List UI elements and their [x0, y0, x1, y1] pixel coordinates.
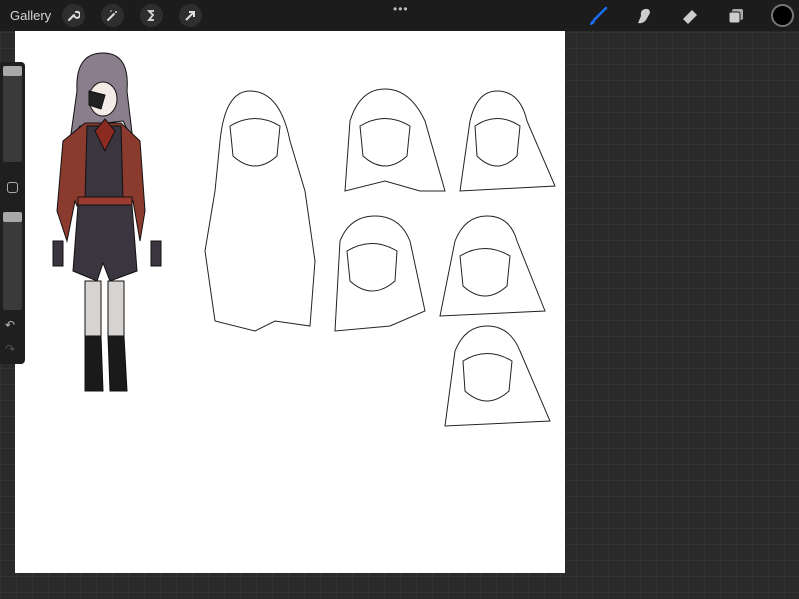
adjustments-button[interactable] — [101, 4, 124, 27]
transform-arrow-icon — [185, 11, 195, 21]
sketch-artwork — [52, 52, 556, 427]
selection-icon — [146, 10, 155, 21]
top-toolbar: Gallery ••• — [0, 0, 799, 31]
opacity-thumb[interactable] — [3, 212, 22, 222]
selection-button[interactable] — [140, 4, 163, 27]
modify-button[interactable] — [7, 182, 18, 193]
layers-button[interactable] — [724, 4, 748, 28]
brush-size-slider[interactable] — [3, 66, 22, 162]
brush-button[interactable] — [586, 4, 610, 28]
smudge-icon — [638, 8, 650, 24]
wrench-icon — [68, 10, 80, 21]
character-full-body — [52, 52, 162, 392]
redo-button[interactable]: ↷ — [5, 342, 15, 356]
eraser-button[interactable] — [678, 4, 702, 28]
color-picker-button[interactable] — [771, 4, 794, 27]
brush-size-thumb[interactable] — [3, 66, 22, 76]
left-sidebar: ↶ ↷ — [0, 62, 25, 364]
opacity-slider[interactable] — [3, 212, 22, 310]
actions-wrench-button[interactable] — [62, 4, 85, 27]
smudge-button[interactable] — [632, 4, 656, 28]
more-handle[interactable]: ••• — [393, 2, 409, 16]
gallery-button[interactable]: Gallery — [10, 8, 51, 23]
eraser-icon — [683, 10, 697, 24]
head-sketches — [204, 88, 556, 427]
undo-button[interactable]: ↶ — [5, 318, 15, 332]
brush-icon — [590, 6, 608, 25]
magic-wand-icon — [107, 10, 117, 21]
transform-button[interactable] — [179, 4, 202, 27]
drawing-canvas[interactable] — [15, 31, 565, 573]
layers-icon — [728, 9, 743, 24]
